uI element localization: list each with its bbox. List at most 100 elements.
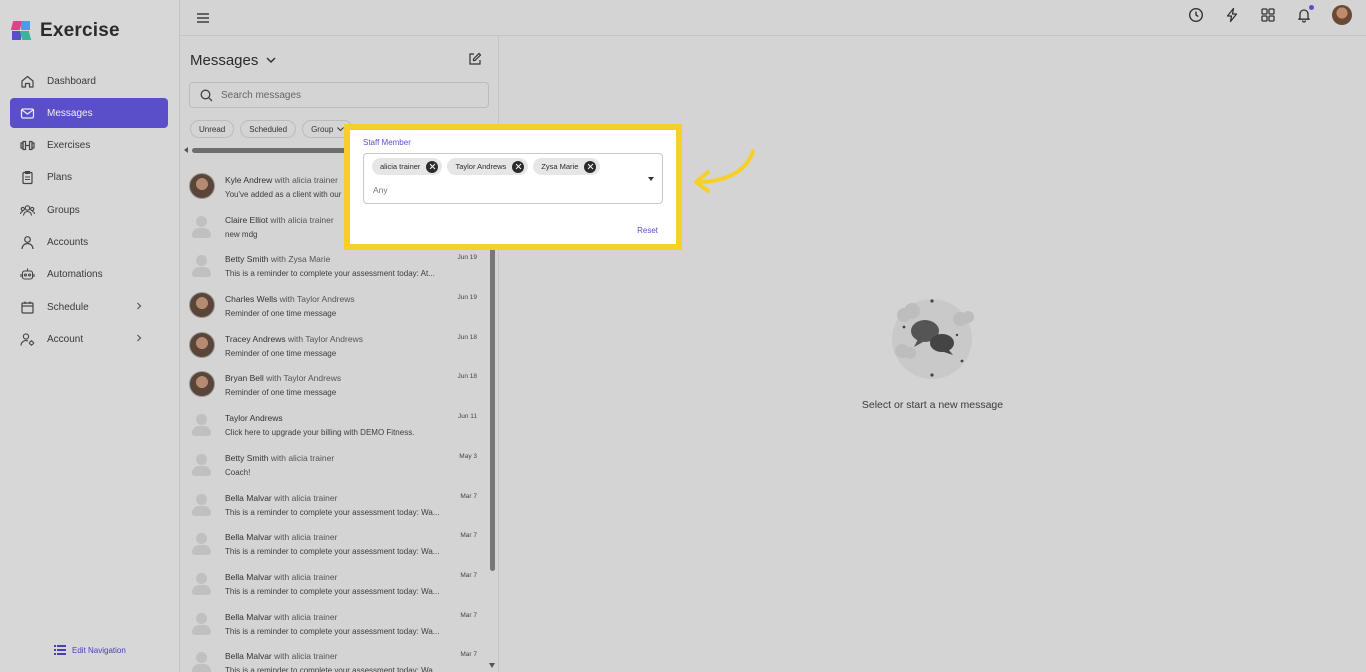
sidebar-item-account[interactable]: Account: [10, 324, 168, 354]
avatar: [189, 292, 215, 319]
sidebar-item-dashboard[interactable]: Dashboard: [10, 66, 168, 96]
profile-avatar[interactable]: [1332, 5, 1352, 25]
message-row[interactable]: Betty Smith with alicia trainer Coach! May…: [180, 448, 485, 488]
avatar-placeholder-icon: [189, 491, 215, 517]
chevron-right-icon: [137, 302, 142, 310]
message-preview: This is a reminder to complete your asse…: [225, 586, 440, 596]
scroll-down-arrow[interactable]: [489, 663, 495, 668]
message-preview: This is a reminder to complete your asse…: [225, 547, 440, 557]
chat-bubbles-icon: [892, 299, 974, 379]
message-row[interactable]: Tracey Andrews with Taylor Andrews Remind…: [180, 329, 485, 369]
avatar-placeholder-icon: [189, 649, 215, 672]
sidebar-item-messages[interactable]: Messages: [10, 98, 168, 129]
sidebar-item-automations[interactable]: Automations: [10, 260, 168, 290]
contact-name: Bella Malvar: [225, 571, 272, 582]
contact-name: Charles Wells: [225, 294, 278, 305]
message-preview: This is a reminder to complete your asse…: [225, 666, 440, 672]
message-date: Jun 18: [457, 333, 477, 341]
sidebar-item-groups[interactable]: Groups: [10, 195, 168, 225]
scroll-left-arrow[interactable]: [184, 147, 188, 153]
message-participants: Bella Malvar with alicia trainer: [225, 532, 337, 542]
filter-unread[interactable]: Unread: [190, 120, 235, 138]
message-date: Mar 7: [460, 651, 477, 659]
message-participants: Charles Wells with Taylor Andrews: [225, 294, 355, 304]
remove-tag-icon[interactable]: [584, 160, 597, 173]
search-icon: [200, 89, 213, 101]
sidebar-item-schedule[interactable]: Schedule: [10, 292, 168, 322]
staff-name: with alicia trainer: [270, 452, 335, 463]
staff-name: with alicia trainer: [274, 532, 338, 543]
message-participants: Bella Malvar with alicia trainer: [225, 572, 337, 582]
filter-scheduled[interactable]: Scheduled: [240, 120, 297, 138]
message-row[interactable]: Bella Malvar with alicia trainer This is …: [180, 488, 485, 528]
search-placeholder: Search messages: [221, 89, 302, 101]
message-date: Mar 7: [460, 571, 477, 579]
message-preview: This is a reminder to complete your asse…: [225, 269, 435, 279]
empty-state-text: Select or start a new message: [861, 399, 1004, 411]
sidebar-item-plans[interactable]: Plans: [10, 163, 168, 193]
staff-member-select[interactable]: alicia trainer Taylor Andrews Zysa Marie…: [363, 153, 663, 204]
message-date: Jun 19: [457, 254, 477, 262]
message-preview: Reminder of one time message: [225, 348, 337, 358]
edit-navigation-link[interactable]: Edit Navigation: [54, 645, 126, 655]
reset-button[interactable]: Reset: [637, 226, 658, 235]
dropdown-arrow-icon[interactable]: [648, 177, 654, 181]
home-icon: [21, 75, 34, 88]
remove-tag-icon[interactable]: [512, 160, 525, 173]
callout-arrow-icon: [694, 149, 755, 193]
list-icon: [54, 645, 66, 655]
scroll-thumb[interactable]: [192, 148, 362, 153]
tag-label: Taylor Andrews: [455, 162, 507, 171]
message-row[interactable]: Betty Smith with Zysa Marie This is a rem…: [180, 249, 485, 289]
message-participants: Tracey Andrews with Taylor Andrews: [225, 334, 363, 344]
message-date: Mar 7: [460, 492, 477, 500]
avatar-placeholder-icon: [189, 530, 215, 556]
apps-grid-icon[interactable]: [1260, 7, 1276, 23]
search-input[interactable]: Search messages: [189, 82, 489, 108]
message-participants: Betty Smith with Zysa Marie: [225, 254, 330, 264]
menu-icon[interactable]: [196, 11, 210, 25]
sidebar-nav: Dashboard Messages Exercises Plans Groups Acc…: [10, 66, 168, 357]
lightning-icon[interactable]: [1224, 7, 1240, 23]
remove-tag-icon[interactable]: [426, 160, 439, 173]
message-row[interactable]: Bryan Bell with Taylor Andrews Reminder o…: [180, 368, 485, 408]
message-preview: Click here to upgrade your billing with …: [225, 428, 415, 438]
avatar-placeholder-icon: [189, 411, 215, 437]
sidebar-item-label: Plans: [47, 172, 73, 184]
message-row[interactable]: Charles Wells with Taylor Andrews Reminde…: [180, 289, 485, 329]
message-participants: Bella Malvar with alicia trainer: [225, 651, 337, 661]
vertical-scrollbar[interactable]: [490, 246, 495, 571]
message-participants: Taylor Andrews: [225, 413, 283, 423]
message-row[interactable]: Bella Malvar with alicia trainer This is …: [180, 567, 485, 607]
sidebar-item-label: Automations: [47, 269, 103, 281]
message-row[interactable]: Bella Malvar with alicia trainer This is …: [180, 527, 485, 567]
compose-icon[interactable]: [468, 52, 482, 66]
history-icon[interactable]: [1188, 7, 1204, 23]
message-row[interactable]: Bella Malvar with alicia trainer This is …: [180, 646, 485, 672]
staff-name: with alicia trainer: [274, 651, 338, 662]
tag-label: alicia trainer: [380, 162, 421, 171]
message-preview: Reminder of one time message: [225, 388, 337, 398]
contact-name: Claire Elliot: [225, 214, 268, 225]
tag-alicia-trainer: alicia trainer: [372, 158, 443, 175]
dumbbell-icon: [20, 140, 35, 151]
message-participants: Bryan Bell with Taylor Andrews: [225, 373, 341, 383]
tag-label: Zysa Marie: [541, 162, 579, 171]
contact-name: Bella Malvar: [225, 611, 272, 622]
message-date: Jun 11: [457, 413, 477, 421]
user-icon: [21, 236, 34, 250]
app-logo[interactable]: Exercise: [10, 20, 120, 42]
message-participants: Bella Malvar with alicia trainer: [225, 493, 337, 503]
sidebar: Exercise Dashboard Messages Exercises Plans…: [0, 0, 180, 672]
filter-chips: Unread Scheduled Group: [190, 120, 354, 138]
app-name: Exercise: [40, 20, 120, 41]
filter-unread-label: Unread: [199, 124, 226, 134]
staff-filter-popup: Staff Member alicia trainer Taylor Andre…: [344, 124, 682, 250]
sidebar-item-exercises[interactable]: Exercises: [10, 131, 168, 161]
message-row[interactable]: Bella Malvar with alicia trainer This is …: [180, 607, 485, 647]
sidebar-item-accounts[interactable]: Accounts: [10, 227, 168, 257]
message-row[interactable]: Taylor Andrews Click here to upgrade you…: [180, 408, 485, 448]
avatar-placeholder-icon: [189, 610, 215, 636]
staff-name: with alicia trainer: [274, 611, 338, 622]
messages-title-dropdown[interactable]: Messages: [190, 52, 276, 69]
